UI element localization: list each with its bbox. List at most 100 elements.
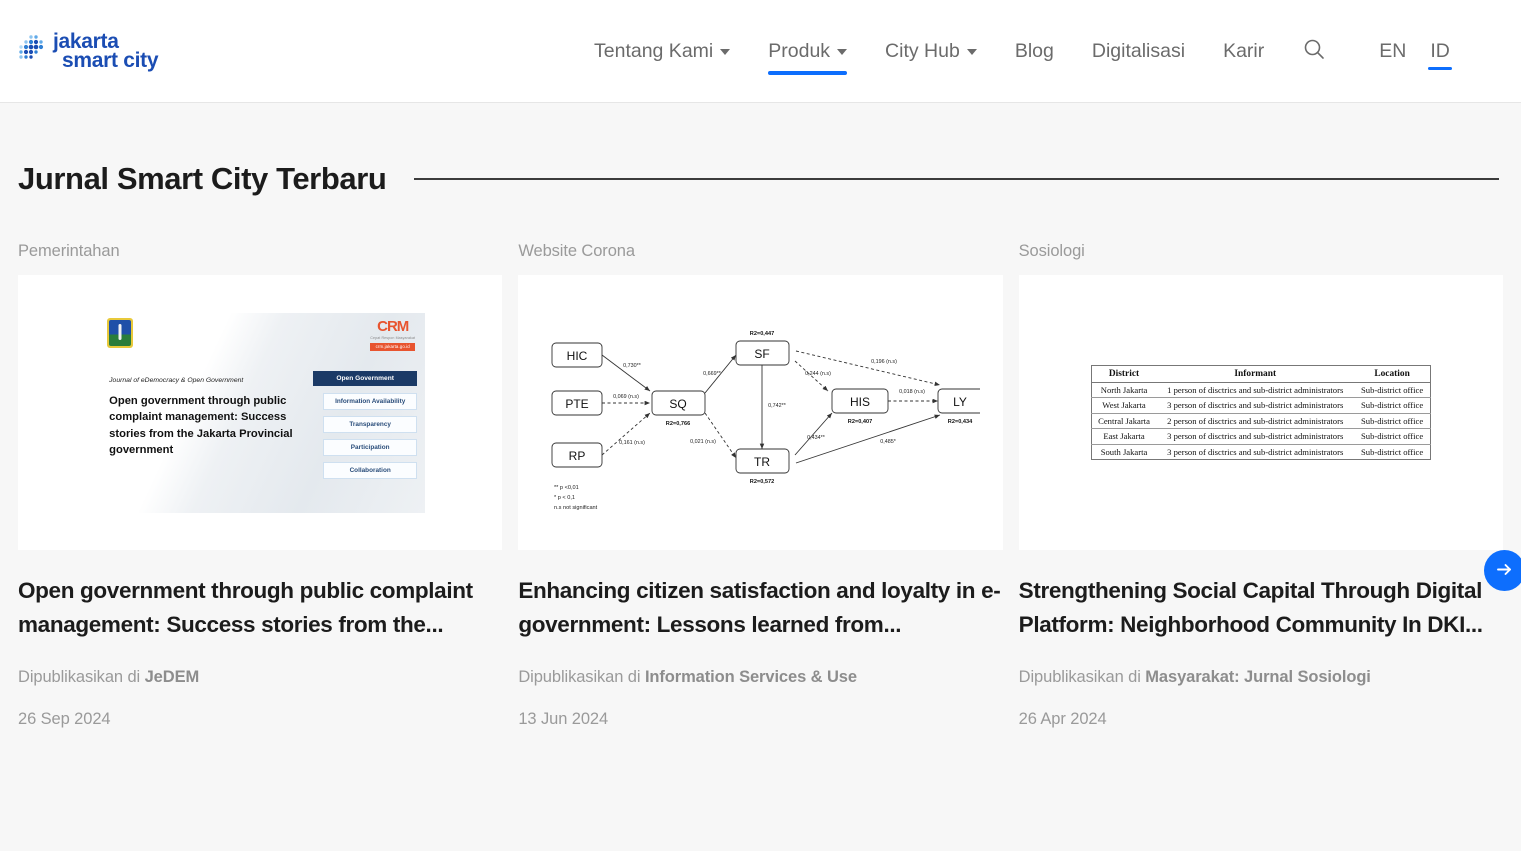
language-option-en[interactable]: EN [1367,0,1418,103]
node-label: SQ [670,397,687,411]
edge-label: 0,161 (n.s) [620,440,646,446]
column-header: Informant [1156,365,1355,383]
card-publisher: Dipublikasikan di JeDEM [18,668,502,687]
nav-item-tentang-kami[interactable]: Tentang Kami [575,0,749,103]
node-r2: R2=0,447 [750,331,774,337]
card-category: Website Corona [518,242,635,260]
cell-informant: 2 person of disctrics and sub-district a… [1156,412,1355,429]
card-title[interactable]: Strengthening Social Capital Through Dig… [1019,574,1503,642]
edge-label: 0,730** [624,363,643,369]
card-category: Sosiologi [1018,242,1085,260]
chevron-down-icon [966,48,977,55]
cell-district: South Jakarta [1091,443,1157,460]
nav-label: Blog [1014,40,1054,62]
arrow-right-icon [1495,560,1514,582]
cell-informant: 3 person of disctrics and sub-district a… [1156,443,1355,460]
node-r2: R2=0,766 [666,421,690,427]
flow-item: Information Availability [323,392,418,410]
informant-table: District Informant Location North Jakart… [1090,364,1431,461]
card-thumbnail-table[interactable]: District Informant Location North Jakart… [1018,275,1503,550]
edge-label: 0,244 (n.s) [806,371,832,377]
table-row: Central Jakarta 2 person of disctrics an… [1091,412,1431,429]
cell-location: Sub-district office [1354,443,1431,460]
table-row: North Jakarta 1 person of disctrics and … [1091,381,1431,398]
journal-card: Website Corona HIC PTE RP SQ SF TR HIS L… [518,242,1003,729]
legend-line: ** p <0,01 [554,485,579,491]
journal-cover-image: CRM Cepat Respon Masyarakat crm.jakarta.… [95,312,426,513]
nav-item-produk[interactable]: Produk [749,0,866,103]
table-row: South Jakarta 3 person of disctrics and … [1091,443,1431,460]
cell-location: Sub-district office [1354,381,1431,398]
logo-dots-icon [18,34,50,68]
logo-line-2: smart city [62,49,159,72]
language-label: ID [1430,40,1450,62]
cell-district: North Jakarta [1091,381,1157,398]
node-r2: R2=0,434 [948,419,973,425]
chevron-down-icon [720,48,731,55]
card-date: 26 Sep 2024 [18,710,111,729]
card-publisher: Dipublikasikan di Masyarakat: Jurnal Sos… [1019,668,1503,687]
nav-item-digitalisasi[interactable]: Digitalisasi [1073,0,1204,103]
table-row: West Jakarta 3 person of disctrics and s… [1091,397,1431,414]
site-logo[interactable]: jakarta smart city [18,31,188,72]
language-label: EN [1379,40,1407,62]
publisher-name: JeDEM [144,668,200,687]
crm-logo-text: CRM [377,317,409,335]
published-prefix: Dipublikasikan di [1018,668,1141,687]
nav-item-karir[interactable]: Karir [1204,0,1283,103]
edge-label: 0,021 (n.s) [691,439,717,445]
card-thumbnail-journal-cover[interactable]: CRM Cepat Respon Masyarakat crm.jakarta.… [18,275,503,550]
legend-line: n.s not significant [554,505,598,511]
path-diagram-image: HIC PTE RP SQ SF TR HIS LY R2=0,766 R2=0… [552,331,981,511]
nav-label: Karir [1223,40,1265,62]
edge-label: 0,196 (n.s) [872,359,898,365]
node-label: PTE [566,397,589,411]
card-title[interactable]: Open government through public complaint… [18,574,502,642]
flow-item: Collaboration [323,461,418,479]
legend-line: * p < 0,1 [554,495,575,501]
card-date: 26 Apr 2024 [1018,710,1107,729]
card-date: 13 Jun 2024 [518,710,609,729]
language-option-id[interactable]: ID [1418,0,1462,103]
published-prefix: Dipublikasikan di [18,668,141,687]
crm-url: crm.jakarta.go.id [370,342,416,351]
node-label: HIC [567,349,588,363]
edge-label: 0,485* [881,439,897,445]
search-icon [1303,38,1325,65]
card-thumbnail-path-diagram[interactable]: HIC PTE RP SQ SF TR HIS LY R2=0,766 R2=0… [518,275,1003,550]
nav-label: Digitalisasi [1091,40,1186,62]
cell-location: Sub-district office [1354,412,1431,429]
card-title[interactable]: Enhancing citizen satisfaction and loyal… [518,574,1002,642]
main-navigation: Tentang Kami Produk City Hub Blog Digita… [575,0,1462,103]
edge-label: 0,069 (n.s) [614,394,640,400]
carousel-next-button[interactable] [1484,550,1521,591]
table-header-row: District Informant Location [1091,365,1431,383]
cell-district: Central Jakarta [1091,412,1157,429]
published-prefix: Dipublikasikan di [518,668,641,687]
edge-label: 0,669** [704,371,723,377]
journal-card-list: Pemerintahan CRM Cepat Respon Masyarakat… [18,242,1503,729]
edge-label: 0,742** [769,403,788,409]
page-title: Jurnal Smart City Terbaru [18,161,387,196]
cell-district: East Jakarta [1091,428,1157,445]
flow-item: Transparency [323,415,418,433]
main-content: Jurnal Smart City Terbaru Pemerintahan C… [0,161,1521,729]
section-header: Jurnal Smart City Terbaru [18,161,1503,197]
search-button[interactable] [1283,0,1345,103]
dki-jakarta-emblem-icon [107,317,134,348]
logo-wordmark: jakarta smart city [53,31,159,72]
site-header: jakarta smart city Tentang Kami Produk C… [0,0,1521,103]
node-label: SF [755,347,770,361]
cell-informant: 3 person of disctrics and sub-district a… [1156,428,1355,445]
flow-item: Participation [323,438,418,456]
publisher-name: Information Services & Use [644,668,857,687]
cell-location: Sub-district office [1354,428,1431,445]
publisher-name: Masyarakat: Jurnal Sosiologi [1145,668,1371,687]
card-publisher: Dipublikasikan di Information Services &… [518,668,1002,687]
nav-item-blog[interactable]: Blog [996,0,1073,103]
chevron-down-icon [837,48,848,55]
nav-label: Tentang Kami [594,40,714,62]
language-switcher: EN ID [1367,0,1462,103]
nav-item-city-hub[interactable]: City Hub [866,0,996,103]
column-header: Location [1354,365,1431,383]
